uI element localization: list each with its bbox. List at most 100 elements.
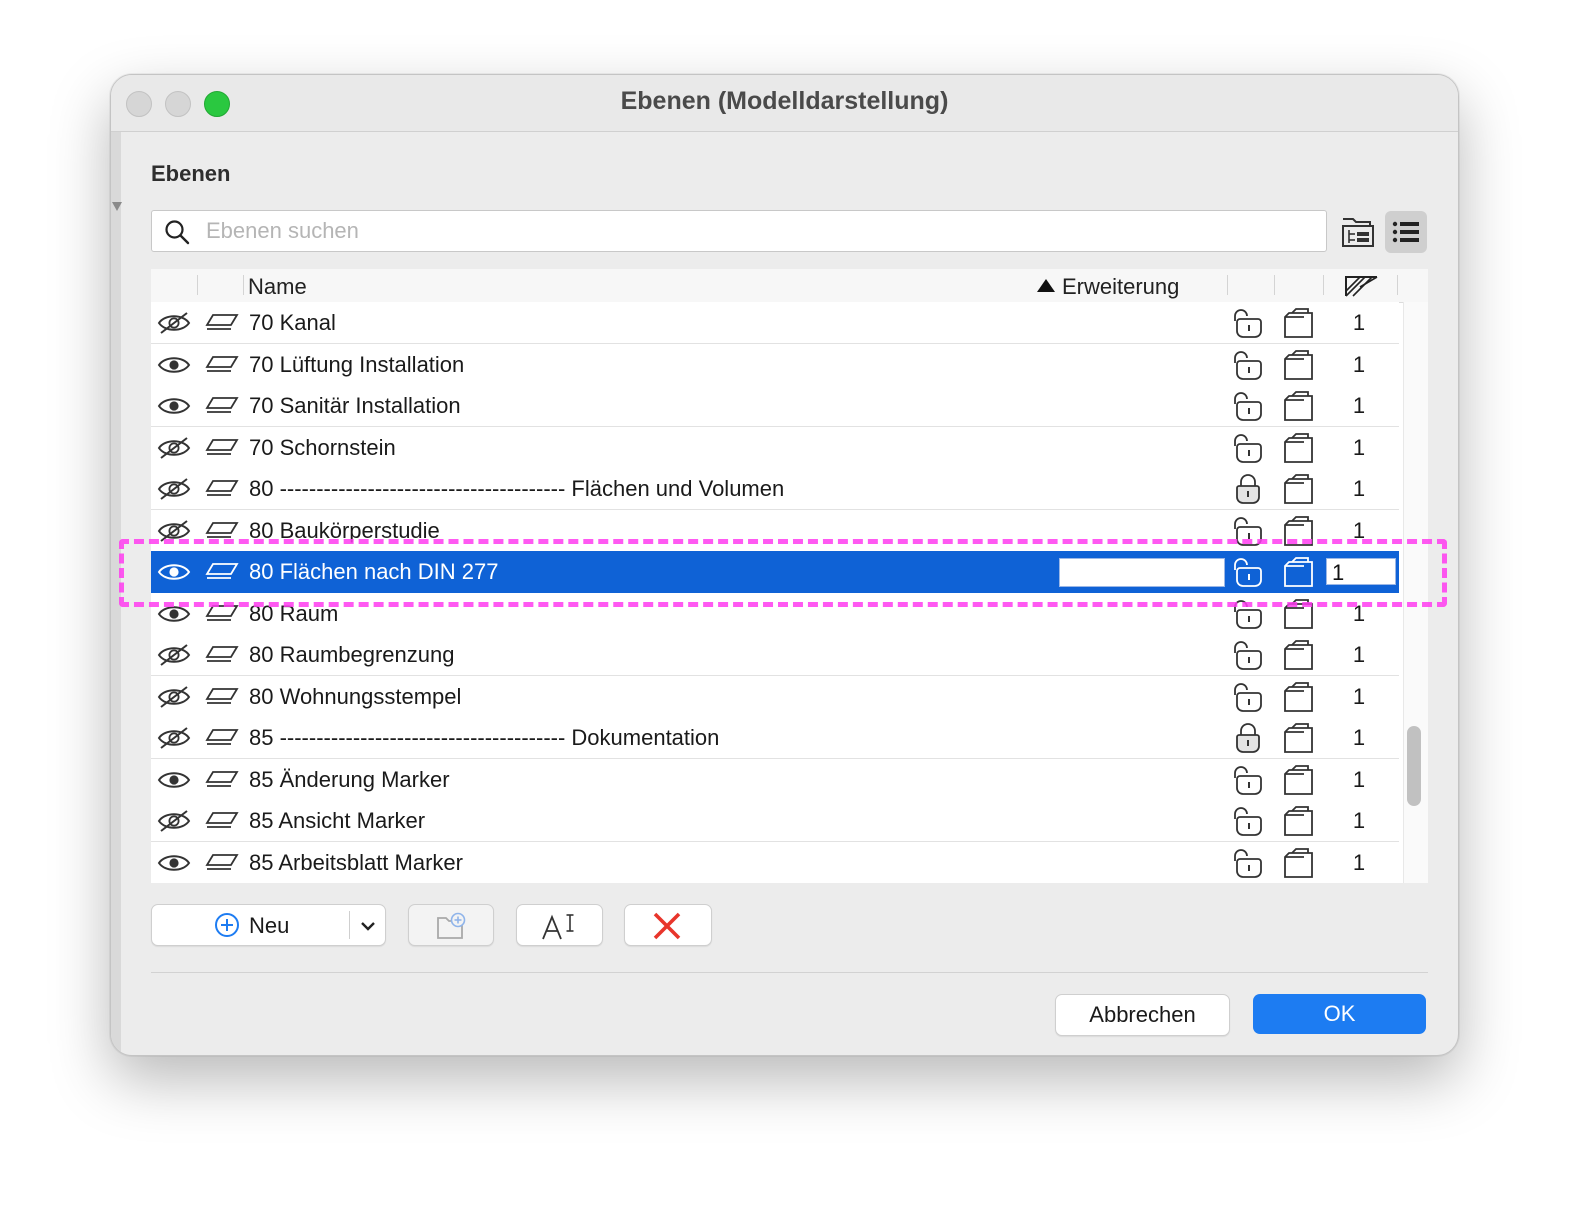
lock-open-icon[interactable] — [1231, 349, 1265, 386]
wireframe-solid-icon[interactable] — [1282, 349, 1316, 386]
wireframe-solid-icon[interactable] — [1282, 307, 1316, 344]
layer-name[interactable]: 85 Änderung Marker — [249, 767, 450, 793]
eye-hidden-icon[interactable] — [157, 436, 191, 465]
rename-text-icon — [541, 911, 579, 947]
rename-button[interactable] — [516, 904, 603, 946]
layer-icon — [205, 852, 239, 877]
collapse-arrow-icon[interactable] — [112, 202, 122, 211]
table-row[interactable]: 70 Schornstein 1 — [151, 427, 1399, 469]
cancel-button[interactable]: Abbrechen — [1055, 994, 1230, 1036]
table-row[interactable]: 80 Raumbegrenzung 1 — [151, 634, 1399, 676]
intersection-group-number[interactable]: 1 — [1349, 393, 1369, 419]
add-folder-icon — [436, 912, 468, 946]
column-name-header[interactable]: Name — [248, 274, 307, 300]
search-input[interactable] — [204, 215, 1308, 247]
search-box[interactable] — [151, 210, 1327, 252]
wireframe-solid-icon[interactable] — [1282, 473, 1316, 510]
layers-dialog: Ebenen (Modelldarstellung) Ebenen Ebenen… — [110, 74, 1459, 1056]
eye-icon[interactable] — [157, 353, 191, 382]
wireframe-solid-icon[interactable] — [1282, 390, 1316, 427]
new-folder-button[interactable] — [408, 904, 494, 946]
lock-open-icon[interactable] — [1231, 847, 1265, 883]
column-separator — [1397, 275, 1398, 295]
table-row[interactable]: 85 Ansicht Marker 1 — [151, 800, 1399, 842]
ok-button[interactable]: OK — [1253, 994, 1426, 1034]
wireframe-solid-icon[interactable] — [1282, 805, 1316, 842]
layer-name[interactable]: 80 Raumbegrenzung — [249, 642, 454, 668]
highlight-annotation — [119, 539, 1447, 607]
layer-icon — [205, 769, 239, 794]
eye-hidden-icon[interactable] — [157, 726, 191, 755]
table-row[interactable]: 80 -------------------------------------… — [151, 468, 1399, 510]
wireframe-solid-icon[interactable] — [1282, 722, 1316, 759]
layer-name[interactable]: 70 Sanitär Installation — [249, 393, 461, 419]
intersection-group-number[interactable]: 1 — [1349, 684, 1369, 710]
list-view-icon[interactable] — [1385, 211, 1427, 253]
layer-name[interactable]: 70 Kanal — [249, 310, 336, 336]
lock-open-icon[interactable] — [1231, 639, 1265, 676]
table-row[interactable]: 85 Änderung Marker 1 — [151, 759, 1399, 801]
eye-hidden-icon[interactable] — [157, 643, 191, 672]
intersection-group-number[interactable]: 1 — [1349, 642, 1369, 668]
lock-closed-icon[interactable] — [1231, 473, 1265, 510]
lock-open-icon[interactable] — [1231, 432, 1265, 469]
layer-name[interactable]: 70 Lüftung Installation — [249, 352, 464, 378]
eye-hidden-icon[interactable] — [157, 311, 191, 340]
layer-name[interactable]: 85 Ansicht Marker — [249, 808, 425, 834]
table-row[interactable]: 70 Lüftung Installation 1 — [151, 344, 1399, 386]
intersection-group-icon[interactable] — [1343, 273, 1379, 302]
intersection-group-number[interactable]: 1 — [1349, 435, 1369, 461]
button-divider — [349, 911, 350, 939]
layer-icon — [205, 727, 239, 752]
divider — [151, 972, 1428, 973]
eye-hidden-icon[interactable] — [157, 809, 191, 838]
column-separator — [1323, 275, 1324, 295]
intersection-group-number[interactable]: 1 — [1349, 808, 1369, 834]
sort-ascending-icon[interactable] — [1037, 279, 1055, 292]
eye-icon[interactable] — [157, 851, 191, 880]
wireframe-solid-icon[interactable] — [1282, 681, 1316, 718]
layer-name[interactable]: 70 Schornstein — [249, 435, 396, 461]
lock-open-icon[interactable] — [1231, 681, 1265, 718]
eye-hidden-icon[interactable] — [157, 477, 191, 506]
search-icon — [164, 219, 190, 250]
layer-name[interactable]: 85 -------------------------------------… — [249, 725, 719, 751]
intersection-group-number[interactable]: 1 — [1349, 310, 1369, 336]
column-extension-header[interactable]: Erweiterung — [1062, 274, 1179, 300]
lock-open-icon[interactable] — [1231, 805, 1265, 842]
eye-icon[interactable] — [157, 768, 191, 797]
intersection-group-number[interactable]: 1 — [1349, 850, 1369, 876]
lock-open-icon[interactable] — [1231, 307, 1265, 344]
layer-name[interactable]: 85 Arbeitsblatt Marker — [249, 850, 463, 876]
wireframe-solid-icon[interactable] — [1282, 847, 1316, 883]
lock-open-icon[interactable] — [1231, 390, 1265, 427]
intersection-group-number[interactable]: 1 — [1349, 476, 1369, 502]
intersection-group-number[interactable]: 1 — [1349, 352, 1369, 378]
layer-icon — [205, 395, 239, 420]
delete-x-icon — [652, 911, 682, 947]
column-separator — [1227, 275, 1228, 295]
eye-hidden-icon[interactable] — [157, 685, 191, 714]
scrollbar-thumb[interactable] — [1407, 726, 1421, 806]
delete-button[interactable] — [624, 904, 712, 946]
table-row[interactable]: 85 -------------------------------------… — [151, 717, 1399, 759]
table-row[interactable]: 80 Wohnungsstempel 1 — [151, 676, 1399, 718]
title-bar: Ebenen (Modelldarstellung) — [111, 75, 1458, 132]
table-row[interactable]: 70 Sanitär Installation 1 — [151, 385, 1399, 427]
eye-icon[interactable] — [157, 394, 191, 423]
layer-name[interactable]: 80 -------------------------------------… — [249, 476, 784, 502]
wireframe-solid-icon[interactable] — [1282, 639, 1316, 676]
intersection-group-number[interactable]: 1 — [1349, 725, 1369, 751]
chevron-down-icon[interactable] — [359, 915, 377, 941]
table-row[interactable]: 85 Arbeitsblatt Marker 1 — [151, 842, 1399, 883]
intersection-group-number[interactable]: 1 — [1349, 767, 1369, 793]
wireframe-solid-icon[interactable] — [1282, 432, 1316, 469]
lock-open-icon[interactable] — [1231, 764, 1265, 801]
tree-view-icon[interactable] — [1341, 215, 1379, 253]
layer-name[interactable]: 80 Wohnungsstempel — [249, 684, 461, 710]
new-layer-button[interactable]: Neu — [151, 904, 386, 946]
wireframe-solid-icon[interactable] — [1282, 764, 1316, 801]
table-row[interactable]: 70 Kanal 1 — [151, 302, 1399, 344]
window-title: Ebenen (Modelldarstellung) — [620, 87, 949, 115]
lock-closed-icon[interactable] — [1231, 722, 1265, 759]
